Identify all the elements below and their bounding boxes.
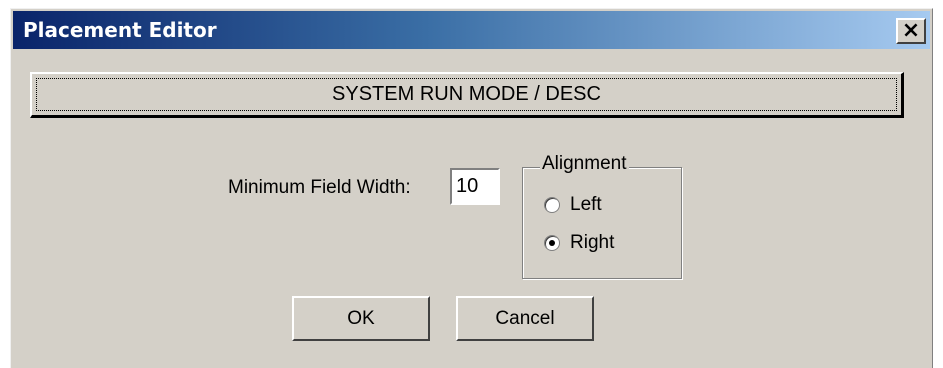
- min-field-width-label: Minimum Field Width:: [228, 177, 411, 198]
- close-button[interactable]: ×: [896, 18, 926, 44]
- radio-selected-icon: [544, 235, 560, 251]
- alignment-left-radio[interactable]: Left: [544, 194, 602, 216]
- window-title: Placement Editor: [23, 18, 217, 42]
- close-icon: ×: [901, 18, 921, 43]
- min-field-width-input[interactable]: [450, 168, 500, 205]
- cancel-button[interactable]: Cancel: [456, 296, 594, 341]
- radio-dot-icon: [549, 240, 555, 246]
- field-name-label: SYSTEM RUN MODE / DESC: [332, 83, 601, 105]
- alignment-legend: Alignment: [540, 153, 629, 175]
- ok-button[interactable]: OK: [292, 296, 430, 341]
- alignment-left-label: Left: [570, 194, 602, 215]
- alignment-right-label: Right: [570, 232, 615, 253]
- ok-button-label: OK: [347, 307, 375, 329]
- field-name-button[interactable]: SYSTEM RUN MODE / DESC: [30, 72, 904, 118]
- radio-circle-icon: [544, 197, 560, 213]
- alignment-right-radio[interactable]: Right: [544, 232, 614, 254]
- cancel-button-label: Cancel: [495, 307, 555, 329]
- title-bar[interactable]: Placement Editor ×: [13, 11, 930, 49]
- alignment-group: [522, 167, 682, 279]
